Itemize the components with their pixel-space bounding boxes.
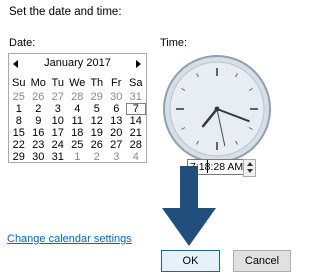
calendar-day[interactable]: 19 [87,127,107,139]
calendar-day[interactable]: 6 [107,103,127,115]
calendar-day[interactable]: 26 [87,139,107,151]
next-month-icon[interactable] [136,60,141,68]
time-spinner[interactable] [243,159,256,177]
calendar-day[interactable]: 26 [29,91,49,103]
weekday-label: Su [12,77,26,89]
change-calendar-settings-link[interactable]: Change calendar settings [7,233,132,245]
calendar-day[interactable]: 21 [126,127,146,139]
calendar-day[interactable]: 4 [126,151,146,163]
weekday-label: We [69,77,86,89]
calendar-day[interactable]: 23 [29,139,49,151]
weekday-label: Fr [111,77,122,89]
weekday-label: Sa [129,77,143,89]
calendar-week-row: 8 9 10 11 12 13 14 [9,115,146,127]
ok-button[interactable]: OK [161,250,220,272]
cancel-button[interactable]: Cancel [233,250,291,272]
calendar-day[interactable]: 10 [48,115,68,127]
calendar-day[interactable]: 12 [87,115,107,127]
calendar-month-title[interactable]: January 2017 [9,57,146,69]
spin-down-icon[interactable] [247,169,253,173]
calendar-day[interactable]: 29 [87,91,107,103]
calendar-day[interactable]: 31 [126,91,146,103]
calendar-day[interactable]: 28 [68,91,88,103]
calendar-day[interactable]: 18 [68,127,88,139]
arrow-shape [162,166,216,246]
calendar-day[interactable]: 5 [87,103,107,115]
calendar-day[interactable]: 17 [48,127,68,139]
calendar-day[interactable]: 16 [29,127,49,139]
calendar-day[interactable]: 7 [126,103,146,115]
calendar-day[interactable]: 15 [9,127,29,139]
calendar-week-row: 22 23 24 25 26 27 28 [9,139,146,151]
clock-center [214,106,220,112]
calendar-day[interactable]: 28 [126,139,146,151]
calendar[interactable]: January 2017 Su Mo Tu We Th Fr Sa 25 26 27 28 29 30… [8,53,147,163]
calendar-day[interactable]: 1 [9,103,29,115]
calendar-day[interactable]: 1 [68,151,88,163]
calendar-day[interactable]: 8 [9,115,29,127]
calendar-day[interactable]: 3 [48,103,68,115]
calendar-day[interactable]: 27 [107,139,127,151]
calendar-day[interactable]: 31 [48,151,68,163]
spin-up-icon[interactable] [247,162,253,166]
calendar-day[interactable]: 30 [29,151,49,163]
calendar-day[interactable]: 20 [107,127,127,139]
calendar-day[interactable]: 2 [87,151,107,163]
calendar-week-row: 1234567 [9,103,146,115]
calendar-day[interactable]: 9 [29,115,49,127]
calendar-day[interactable]: 25 [9,91,29,103]
calendar-day[interactable]: 25 [68,139,88,151]
pointer-arrow-icon [162,166,216,246]
time-label: Time: [160,37,188,49]
weekday-label: Tu [51,77,64,89]
calendar-day[interactable]: 11 [68,115,88,127]
calendar-week-row: 29 30 31 1 2 3 4 [9,151,146,163]
weekday-label: Th [90,77,104,89]
calendar-day[interactable]: 13 [107,115,127,127]
date-label: Date: [9,37,36,49]
weekday-label: Mo [30,77,46,89]
calendar-day[interactable]: 3 [107,151,127,163]
calendar-day[interactable]: 2 [29,103,49,115]
calendar-day[interactable]: 27 [48,91,68,103]
calendar-day[interactable]: 4 [68,103,88,115]
weekday-header: Su Mo Tu We Th Fr Sa [9,77,146,89]
calendar-day[interactable]: 22 [9,139,29,151]
calendar-week-row: 15 16 17 18 19 20 21 [9,127,146,139]
calendar-day[interactable]: 14 [126,115,146,127]
analog-clock [163,55,271,163]
dialog-heading: Set the date and time: [9,6,122,18]
calendar-day[interactable]: 24 [48,139,68,151]
calendar-day[interactable]: 29 [9,151,29,163]
calendar-week-row: 25 26 27 28 29 30 31 [9,91,146,103]
calendar-day[interactable]: 30 [107,91,127,103]
